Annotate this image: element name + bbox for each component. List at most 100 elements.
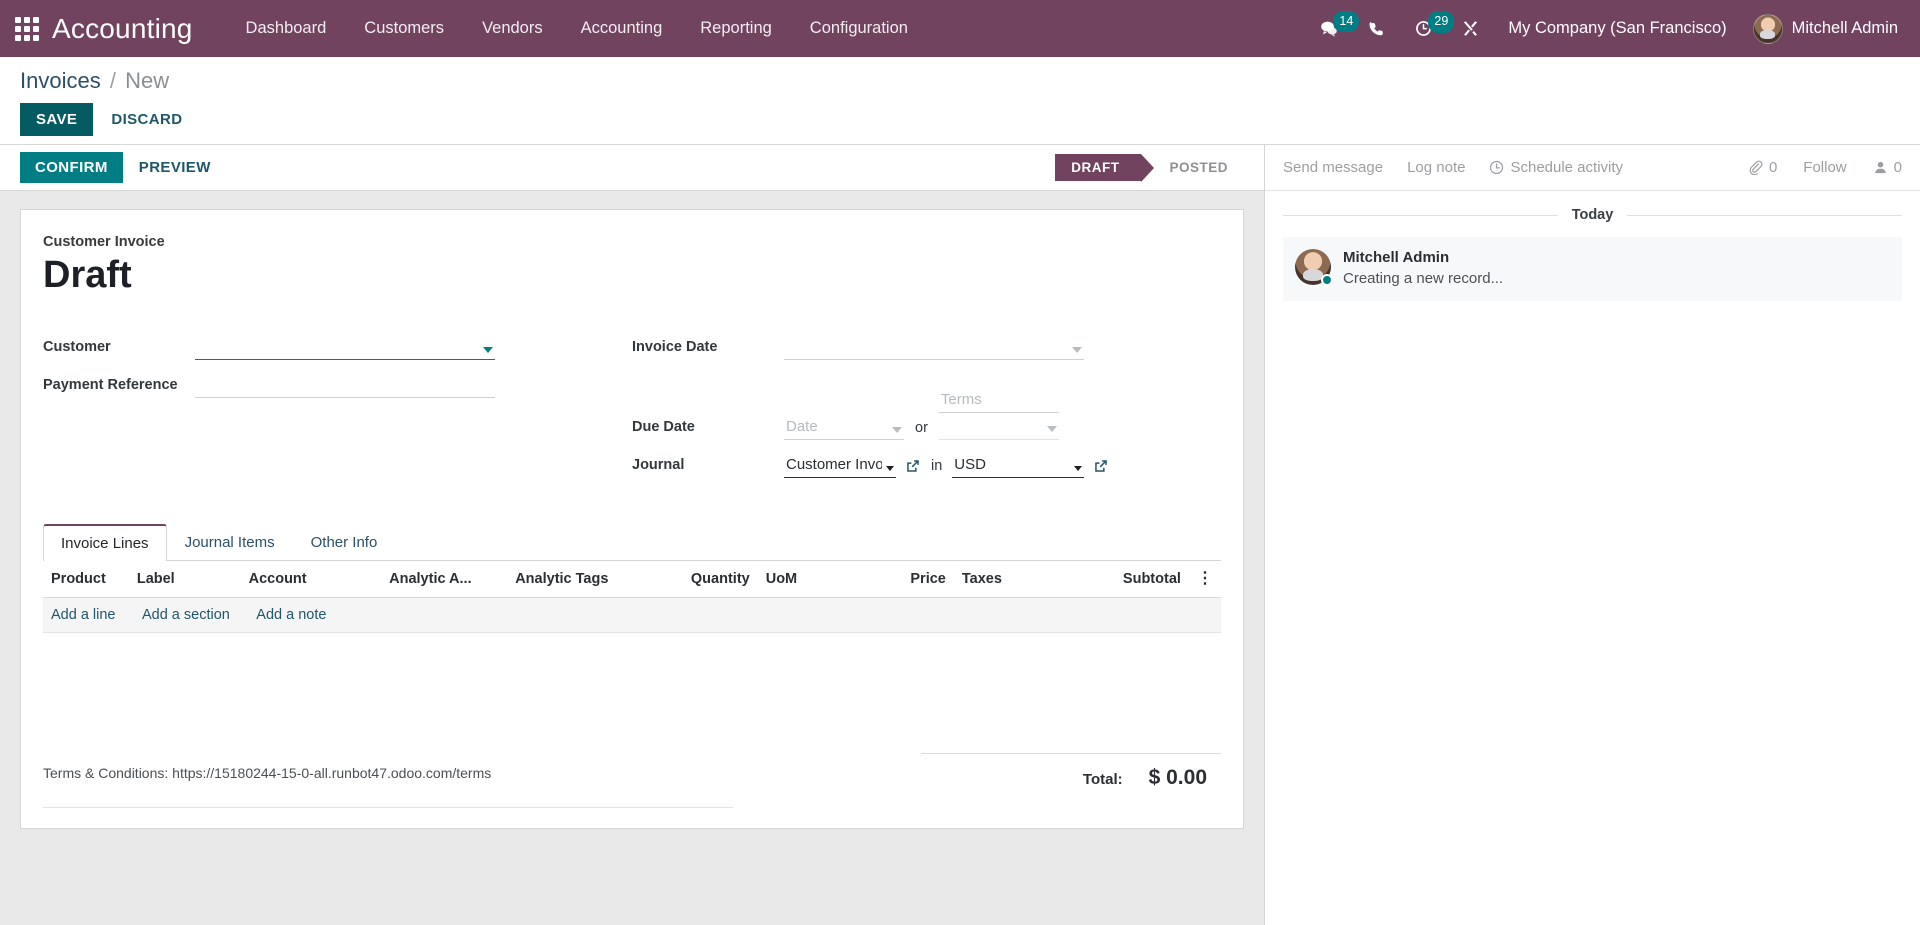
status-badge-posted[interactable]: POSTED [1153,154,1244,181]
app-brand-accounting[interactable]: Accounting [52,13,193,45]
vertical-dots-icon[interactable]: ⋮ [1197,570,1213,586]
add-line-cell: Add a line Add a section Add a note [43,597,1221,634]
total-row: Total: $ 0.00 [921,754,1221,790]
form-statusbar-row: CONFIRM PREVIEW DRAFT POSTED [0,145,1264,192]
breadcrumb-current: New [125,68,170,93]
tab-invoice-lines[interactable]: Invoice Lines [43,524,167,562]
tab-other-info[interactable]: Other Info [293,524,396,561]
avatar [1295,249,1333,287]
followers-button[interactable]: 0 [1873,159,1902,176]
total-label: Total: [1082,771,1123,789]
messages-menu-button[interactable]: 14 [1305,10,1360,45]
menu-item-customers[interactable]: Customers [345,11,463,46]
activities-menu-button[interactable]: 29 [1400,11,1455,44]
chatter-toolbar: Send message Log note Schedule activity … [1265,145,1920,192]
chevron-down-icon[interactable] [1046,426,1057,433]
clock-icon [1490,161,1504,175]
journal-controls: in [784,453,1109,479]
form-fields-grid: Customer Payment Reference Invoice Date … [43,330,1221,486]
top-navbar: Accounting Dashboard Customers Vendors A… [0,0,1920,57]
currency-input[interactable] [952,453,1085,479]
phone-menu-button[interactable] [1353,13,1400,44]
column-header-account[interactable]: Account [240,561,382,599]
due-date-label: Due Date [632,419,695,436]
currency-field-wrap [952,453,1085,479]
menu-item-vendors[interactable]: Vendors [463,11,562,46]
chatter-thread: Today Mitchell Admin Creating a new reco… [1265,191,1920,302]
column-header-label[interactable]: Label [128,561,241,599]
field-row-journal: Journal Customer Invoice in USD [632,448,1221,479]
column-header-quantity[interactable]: Quantity [652,561,758,599]
person-icon [1874,162,1886,174]
breadcrumb: Invoices / New [20,68,1900,93]
invoice-form-sheet: Customer Invoice Draft Customer Payment … [20,209,1244,830]
due-date-input[interactable] [784,415,904,441]
follow-button[interactable]: Follow [1803,159,1846,176]
message-author: Mitchell Admin [1343,249,1450,267]
developer-tools-icon[interactable] [1447,13,1494,44]
systray: 14 29 My Company (San Francisco) Mitchel… [1305,10,1902,48]
journal-input[interactable] [784,453,896,479]
total-value: $ 0.00 [1148,766,1207,790]
invoice-date-input[interactable] [784,335,1084,361]
thread-day-separator: Today [1283,207,1902,223]
sheet-background: Customer Invoice Draft Customer Payment … [0,191,1264,925]
send-message-button[interactable]: Send message [1283,159,1383,176]
company-switcher[interactable]: My Company (San Francisco) [1494,13,1740,44]
menu-item-accounting[interactable]: Accounting [562,11,682,46]
menu-item-dashboard[interactable]: Dashboard [227,11,346,46]
column-header-taxes[interactable]: Taxes [953,561,1084,599]
external-link-icon[interactable] [1093,458,1109,474]
page-title: Draft [43,254,132,297]
column-header-analytic-tags[interactable]: Analytic Tags [507,561,653,599]
schedule-activity-button[interactable]: Schedule activity [1489,159,1623,176]
payment-terms-input[interactable] [938,388,1059,414]
menu-item-configuration[interactable]: Configuration [791,11,927,46]
form-group-left: Customer Payment Reference [43,330,632,486]
payment-terms-field-wrap [938,368,1059,441]
column-header-price[interactable]: Price [868,561,954,599]
status-badge-draft[interactable]: DRAFT [1055,154,1155,183]
invoice-date-label: Invoice Date [632,339,718,356]
external-link-icon[interactable] [905,458,921,474]
status-pipeline: DRAFT POSTED [1055,154,1244,183]
confirm-button[interactable]: CONFIRM [20,152,123,184]
attachment-count: 0 [1768,159,1778,177]
column-header-product[interactable]: Product [43,561,129,599]
separator-line-left [1283,214,1558,216]
apps-grid-icon[interactable] [10,12,44,46]
column-header-analytic-account[interactable]: Analytic A... [381,561,508,599]
customer-input[interactable] [195,335,495,361]
discard-button[interactable]: DISCARD [93,103,200,136]
payment-reference-label: Payment Reference [43,377,178,394]
paperclip-icon [1749,160,1763,176]
avatar [1752,13,1783,44]
form-group-right: Invoice Date Due Date Date or Terms Jour… [632,330,1221,486]
user-menu[interactable]: Mitchell Admin [1741,10,1902,48]
terms-and-conditions[interactable]: Terms & Conditions: https://15180244-15-… [43,745,733,809]
invoice-lines-empty-space [43,633,1221,732]
payment-reference-input[interactable] [195,373,495,399]
breadcrumb-separator: / [109,68,116,93]
online-status-icon [1321,274,1333,287]
log-note-button[interactable]: Log note [1407,159,1465,176]
column-header-subtotal[interactable]: Subtotal [1083,561,1189,599]
add-a-note-link[interactable]: Add a note [256,607,326,623]
chatter-panel: Send message Log note Schedule activity … [1265,145,1920,925]
save-button[interactable]: SAVE [20,103,94,137]
column-header-uom[interactable]: UoM [757,561,869,599]
table-header-row: Product Label Account Analytic A... Anal… [43,561,1221,599]
preview-button[interactable]: PREVIEW [123,152,227,183]
add-a-section-link[interactable]: Add a section [142,607,230,623]
breadcrumb-invoices[interactable]: Invoices [20,68,101,93]
control-panel-buttons: SAVE DISCARD [20,103,1900,137]
menu-item-reporting[interactable]: Reporting [681,11,791,46]
journal-label: Journal [632,457,685,474]
tab-journal-items[interactable]: Journal Items [167,524,293,561]
notebook: Invoice Lines Journal Items Other Info P… [43,524,1221,809]
field-row-payment-reference: Payment Reference [43,368,632,399]
attachments-button[interactable]: 0 [1748,159,1777,176]
add-a-line-link[interactable]: Add a line [51,607,116,623]
customer-field-wrap [195,335,495,361]
column-options-icon[interactable]: ⋮ [1188,561,1221,599]
